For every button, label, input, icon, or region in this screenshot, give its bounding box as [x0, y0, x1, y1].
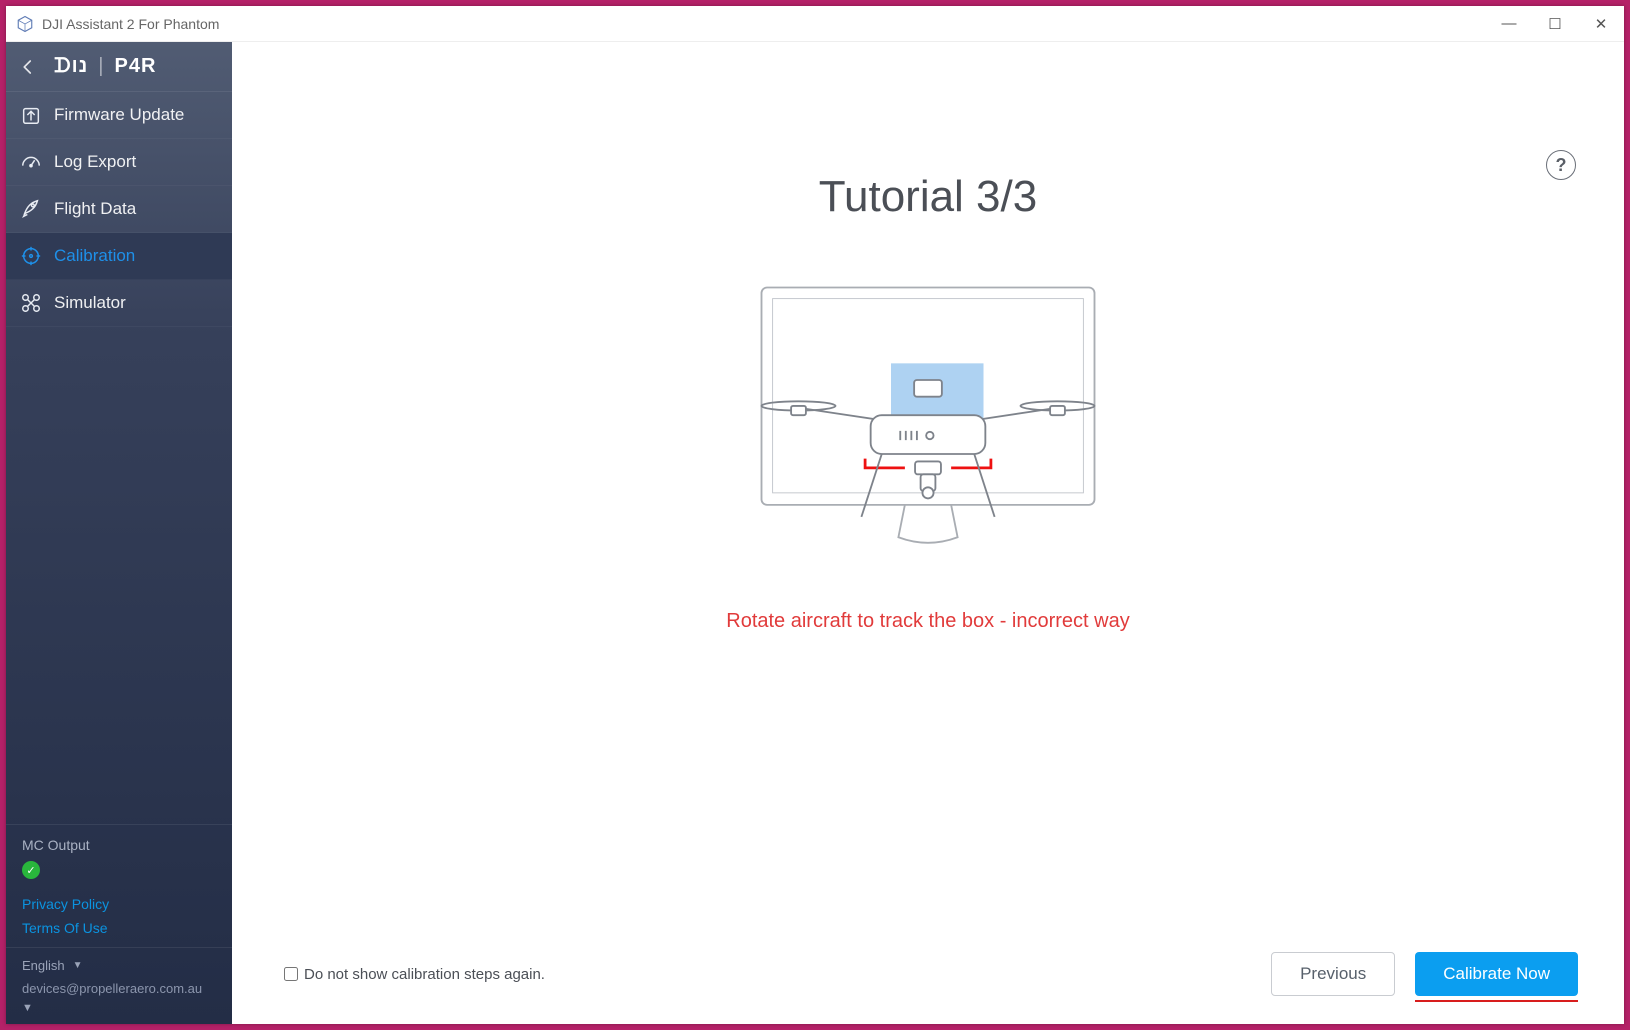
mc-output-label: MC Output	[22, 837, 216, 853]
status-ok-icon: ✓	[22, 861, 40, 879]
content: ᗪנו | P4R Firmware Update Log Export	[6, 42, 1624, 1024]
instruction-text: Rotate aircraft to track the box - incor…	[232, 610, 1624, 633]
title-bar: DJI Assistant 2 For Phantom — ☐ ✕	[6, 6, 1624, 42]
nav-label: Simulator	[54, 293, 126, 313]
do-not-show-label: Do not show calibration steps again.	[304, 966, 545, 983]
brand: ᗪנו | P4R	[54, 55, 156, 78]
nav-item-calibration[interactable]: Calibration	[6, 233, 232, 280]
nav-item-log-export[interactable]: Log Export	[6, 139, 232, 186]
app-icon	[16, 15, 34, 33]
nav-label: Firmware Update	[54, 105, 184, 125]
nav-label: Calibration	[54, 246, 135, 266]
sidebar-header: ᗪנו | P4R	[6, 42, 232, 92]
calibrate-now-label: Calibrate Now	[1443, 964, 1550, 984]
bottom-bar: Do not show calibration steps again. Pre…	[232, 952, 1624, 996]
terms-link[interactable]: Terms Of Use	[22, 917, 216, 941]
do-not-show-checkbox[interactable]: Do not show calibration steps again.	[284, 966, 545, 983]
previous-button-label: Previous	[1300, 964, 1366, 984]
nav-label: Log Export	[54, 152, 136, 172]
help-icon: ?	[1556, 155, 1567, 176]
close-button[interactable]: ✕	[1578, 6, 1624, 42]
annotation-underline	[1415, 1000, 1578, 1002]
chevron-down-icon: ▼	[73, 960, 83, 971]
crosshair-icon	[20, 245, 42, 267]
app-window: DJI Assistant 2 For Phantom — ☐ ✕ ᗪנו | …	[6, 6, 1624, 1024]
drone-icon	[20, 292, 42, 314]
gauge-icon	[20, 151, 42, 173]
sidebar-footer-bottom: English ▼ devices@propelleraero.com.au ▼	[6, 947, 232, 1024]
back-button[interactable]	[18, 57, 38, 77]
nav-item-flight-data[interactable]: Flight Data	[6, 186, 232, 233]
brand-model: P4R	[114, 55, 156, 78]
footer-links: Privacy Policy Terms Of Use	[22, 893, 216, 941]
sidebar: ᗪנו | P4R Firmware Update Log Export	[6, 42, 232, 1024]
language-label: English	[22, 958, 65, 973]
nav-item-firmware-update[interactable]: Firmware Update	[6, 92, 232, 139]
window-controls: — ☐ ✕	[1486, 6, 1624, 42]
account-email: devices@propelleraero.com.au	[22, 981, 216, 996]
nav: Firmware Update Log Export Flight Data	[6, 92, 232, 824]
sidebar-footer: MC Output ✓ Privacy Policy Terms Of Use	[6, 824, 232, 947]
nav-item-simulator[interactable]: Simulator	[6, 280, 232, 327]
help-button[interactable]: ?	[1546, 150, 1576, 180]
maximize-button[interactable]: ☐	[1532, 6, 1578, 42]
firmware-icon	[20, 104, 42, 126]
rocket-icon	[20, 198, 42, 220]
main: ? Tutorial 3/3	[232, 42, 1624, 1024]
do-not-show-input[interactable]	[284, 967, 298, 981]
tutorial-diagram-wrap	[232, 276, 1624, 558]
previous-button[interactable]: Previous	[1271, 952, 1395, 996]
nav-label: Flight Data	[54, 199, 136, 219]
calibrate-now-button[interactable]: Calibrate Now	[1415, 952, 1578, 996]
minimize-button[interactable]: —	[1486, 6, 1532, 42]
language-select[interactable]: English ▼	[22, 958, 83, 973]
privacy-link[interactable]: Privacy Policy	[22, 893, 216, 917]
footer-expand-toggle[interactable]: ▼	[22, 1002, 216, 1014]
tutorial-diagram	[743, 276, 1113, 558]
brand-separator: |	[98, 55, 104, 78]
window-title: DJI Assistant 2 For Phantom	[42, 16, 1486, 32]
brand-dji: ᗪנו	[54, 55, 88, 78]
tutorial-title: Tutorial 3/3	[232, 172, 1624, 222]
checkmark-icon: ✓	[26, 864, 35, 877]
